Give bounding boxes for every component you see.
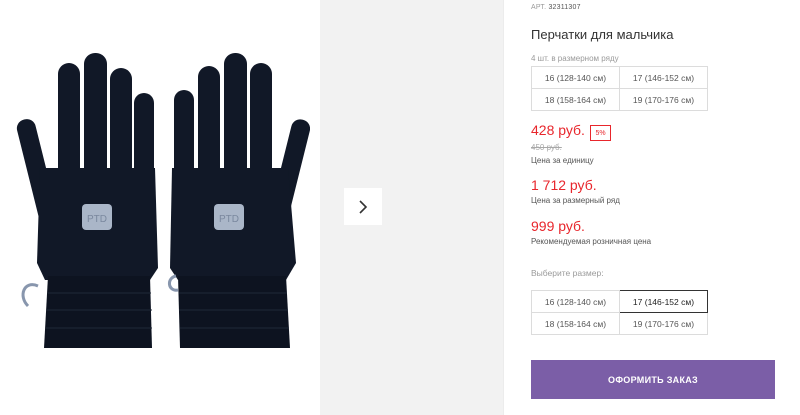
left-glove: PTD (16, 53, 158, 348)
choose-size-label: Выберите размер: (531, 268, 604, 278)
pack-note: 4 шт. в размерном ряду (531, 54, 619, 63)
pack-price: 1 712 руб. (531, 177, 597, 193)
rrp-price-label: Рекомендуемая розничная цена (531, 237, 652, 246)
sku-value: 32311307 (548, 4, 581, 11)
product-image-gloves: PTD PTD (16, 53, 310, 348)
product-sku: АРТ. 32311307 (531, 4, 581, 11)
pack-size-cell: 18 (158-164 см) (531, 88, 620, 111)
chevron-right-icon (359, 199, 368, 214)
pack-size-cell: 17 (146-152 см) (619, 66, 708, 89)
unit-price-label: Цена за единицу (531, 156, 594, 165)
pack-sizes-table: 16 (128-140 см) 17 (146-152 см) 18 (158-… (531, 66, 708, 111)
size-option[interactable]: 18 (158-164 см) (531, 312, 620, 335)
size-selector: 16 (128-140 см) 17 (146-152 см) 18 (158-… (531, 290, 708, 335)
glove-logo-text: PTD (219, 214, 239, 225)
glove-logo-text: PTD (87, 214, 107, 225)
discount-badge: 5% (590, 125, 611, 141)
order-button[interactable]: ОФОРМИТЬ ЗАКАЗ (531, 360, 775, 399)
size-option[interactable]: 16 (128-140 см) (531, 290, 620, 313)
rrp-price: 999 руб. (531, 218, 585, 234)
gallery-next-button[interactable] (344, 188, 382, 225)
pack-size-cell: 16 (128-140 см) (531, 66, 620, 89)
size-option[interactable]: 19 (170-176 см) (619, 312, 708, 335)
size-option-selected[interactable]: 17 (146-152 см) (619, 290, 708, 313)
pack-price-label: Цена за размерный ряд (531, 196, 620, 205)
unit-price: 428 руб. (531, 122, 585, 138)
right-glove: PTD (168, 53, 310, 348)
column-divider (503, 0, 504, 415)
pack-size-cell: 19 (170-176 см) (619, 88, 708, 111)
old-price: 450 руб. (531, 143, 562, 152)
sku-label: АРТ. (531, 4, 547, 11)
product-title: Перчатки для мальчика (531, 27, 674, 42)
